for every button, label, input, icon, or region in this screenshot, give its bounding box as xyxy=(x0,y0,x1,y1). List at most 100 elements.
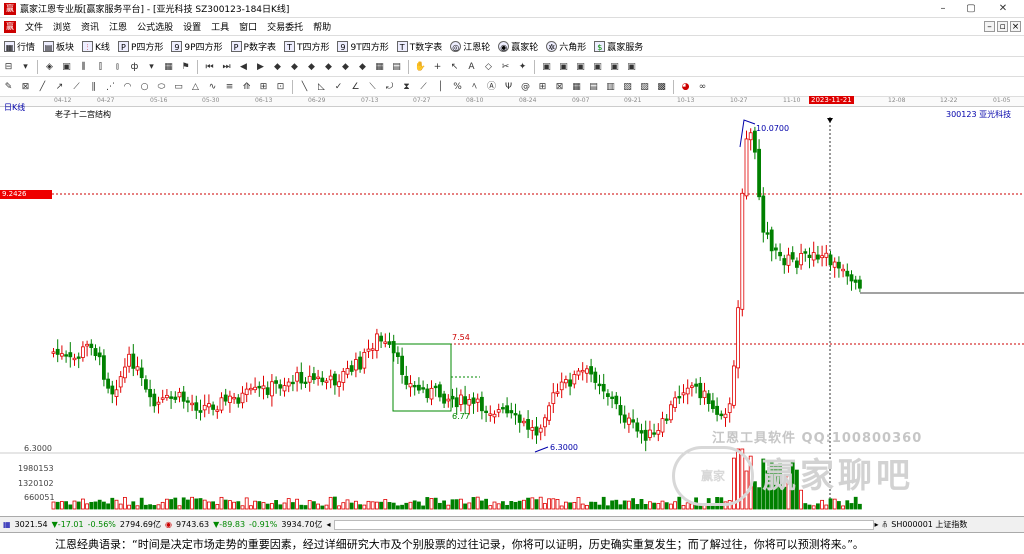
bars-icon[interactable]: ⫼ xyxy=(77,61,90,74)
rect-icon[interactable]: ▭ xyxy=(172,81,185,94)
first-icon[interactable]: ⏮ xyxy=(203,61,216,74)
line-tool-icon[interactable]: ╲ xyxy=(298,81,311,94)
toolbar-9p-square[interactable]: 9 9P四方形 xyxy=(167,40,226,53)
toolbar-kline[interactable]: ⫶ K线 xyxy=(78,40,114,53)
next-icon[interactable]: ⏭ xyxy=(220,61,233,74)
menu-window[interactable]: 窗口 xyxy=(234,20,262,33)
text-icon[interactable]: A xyxy=(465,61,478,74)
maximize-icon[interactable]: ▢ xyxy=(964,2,978,16)
triangle2-icon[interactable]: ◺ xyxy=(315,81,328,94)
fan-icon[interactable]: ⋰ xyxy=(104,81,117,94)
check-icon[interactable]: ✓ xyxy=(332,81,345,94)
slash-icon[interactable]: ⟍ xyxy=(366,81,379,94)
window4-icon[interactable]: ▣ xyxy=(591,61,604,74)
minimize-icon[interactable]: – xyxy=(936,2,950,16)
toolbar-9t-square[interactable]: 9 9T四方形 xyxy=(333,40,392,53)
window2-icon[interactable]: ▣ xyxy=(557,61,570,74)
trend-icon[interactable]: ⟋ xyxy=(70,81,83,94)
toolbar-t-square[interactable]: T T四方形 xyxy=(280,40,334,53)
abc-icon[interactable]: Ⓐ xyxy=(485,81,498,94)
menu-file[interactable]: 文件 xyxy=(20,20,48,33)
box3-icon[interactable]: ▥ xyxy=(604,81,617,94)
bar-chart-icon[interactable]: ⫾ xyxy=(111,61,124,74)
toolbar-service[interactable]: $ 赢家服务 xyxy=(590,40,647,53)
circle-icon[interactable]: ○ xyxy=(138,81,151,94)
spiral2-icon[interactable]: @ xyxy=(519,81,532,94)
gann-box-icon[interactable]: ⊞ xyxy=(257,81,270,94)
dropdown-icon[interactable]: ▾ xyxy=(19,61,32,74)
ellipse-icon[interactable]: ⬭ xyxy=(155,81,168,94)
flag-icon[interactable]: ⚑ xyxy=(179,61,192,74)
toolbar-sectors[interactable]: ▤ 板块 xyxy=(39,40,78,53)
delete-icon[interactable]: ✂ xyxy=(499,61,512,74)
pen-icon[interactable]: ✎ xyxy=(2,81,15,94)
scroll-right-icon[interactable]: ▸ xyxy=(874,520,878,529)
window6-icon[interactable]: ▣ xyxy=(625,61,638,74)
mdi-close-icon[interactable]: × xyxy=(1010,21,1021,32)
toolbar-winner-wheel[interactable]: ◉ 赢家轮 xyxy=(494,40,542,53)
move-left-icon[interactable]: ◆ xyxy=(305,61,318,74)
hourglass-icon[interactable]: ⧗ xyxy=(400,81,413,94)
window1-icon[interactable]: ▣ xyxy=(540,61,553,74)
scrollbar[interactable] xyxy=(334,519,875,530)
sh-index-icon[interactable]: ▦ xyxy=(3,520,11,529)
forward-icon[interactable]: ▶ xyxy=(254,61,267,74)
color-icon[interactable]: ▦ xyxy=(162,61,175,74)
wave-icon[interactable]: ﾍ xyxy=(468,81,481,94)
menu-trade[interactable]: 交易委托 xyxy=(262,20,308,33)
mark-icon[interactable]: ✦ xyxy=(516,61,529,74)
app-menu-icon[interactable]: 赢 xyxy=(4,20,16,33)
grid-square-icon[interactable]: ⊞ xyxy=(536,81,549,94)
scroll-left-icon[interactable]: ◂ xyxy=(326,520,330,529)
back-icon[interactable]: ◀ xyxy=(237,61,250,74)
angle-icon[interactable]: ∠ xyxy=(349,81,362,94)
lock-icon[interactable]: ⊠ xyxy=(19,81,32,94)
mdi-restore-icon[interactable]: ▫ xyxy=(997,21,1008,32)
menu-formula[interactable]: 公式选股 xyxy=(132,20,178,33)
toolbar-p-square[interactable]: P P四方形 xyxy=(114,40,167,53)
zoom-in-icon[interactable]: ◆ xyxy=(288,61,301,74)
layout-icon[interactable]: ⊟ xyxy=(2,61,15,74)
diagonal-icon[interactable]: ⟋ xyxy=(417,81,430,94)
spiral-icon[interactable]: ⤾ xyxy=(383,81,396,94)
menu-help[interactable]: 帮助 xyxy=(308,20,336,33)
grid-mode-icon[interactable]: ▦ xyxy=(373,61,386,74)
menu-settings[interactable]: 设置 xyxy=(178,20,206,33)
box5-icon[interactable]: ▨ xyxy=(638,81,651,94)
down-icon[interactable]: ◆ xyxy=(356,61,369,74)
menu-tools[interactable]: 工具 xyxy=(206,20,234,33)
toolbar-quotes[interactable]: ▦ 行情 xyxy=(0,40,39,53)
box6-icon[interactable]: ▩ xyxy=(655,81,668,94)
line-icon[interactable]: ╱ xyxy=(36,81,49,94)
pattern-icon[interactable]: ◈ xyxy=(43,61,56,74)
window5-icon[interactable]: ▣ xyxy=(608,61,621,74)
percent-icon[interactable]: % xyxy=(451,81,464,94)
crosshair-icon[interactable]: + xyxy=(431,61,444,74)
vline-icon[interactable]: │ xyxy=(434,81,447,94)
triangle-icon[interactable]: △ xyxy=(189,81,202,94)
toolbar-t-table[interactable]: T T数字表 xyxy=(393,40,447,53)
hand-icon[interactable]: ✋ xyxy=(414,61,427,74)
menu-browse[interactable]: 浏览 xyxy=(48,20,76,33)
arc-icon[interactable]: ◠ xyxy=(121,81,134,94)
gann-grid-icon[interactable]: ⊡ xyxy=(274,81,287,94)
toolbar-gann-wheel[interactable]: ◎ 江恩轮 xyxy=(446,40,494,53)
gann-fan-icon[interactable]: ⟰ xyxy=(240,81,253,94)
channel-icon[interactable]: ∥ xyxy=(87,81,100,94)
menu-gann[interactable]: 江恩 xyxy=(104,20,132,33)
infinity-icon[interactable]: ∞ xyxy=(696,81,709,94)
toolbar-p-table[interactable]: P P数字表 xyxy=(227,40,280,53)
square9-icon[interactable]: ⊠ xyxy=(553,81,566,94)
box2-icon[interactable]: ▤ xyxy=(587,81,600,94)
ohlc-icon[interactable]: ф xyxy=(128,61,141,74)
dropdown-icon[interactable]: ▾ xyxy=(145,61,158,74)
close-icon[interactable]: ✕ xyxy=(996,2,1010,16)
ray-icon[interactable]: ↗ xyxy=(53,81,66,94)
box-icon[interactable]: ▦ xyxy=(570,81,583,94)
shape-icon[interactable]: ◇ xyxy=(482,61,495,74)
zoom-out-icon[interactable]: ◆ xyxy=(271,61,284,74)
sz-index-icon[interactable]: ◉ xyxy=(165,520,172,529)
window3-icon[interactable]: ▣ xyxy=(574,61,587,74)
fib-icon[interactable]: ≡ xyxy=(223,81,236,94)
cycle-icon[interactable]: ∿ xyxy=(206,81,219,94)
